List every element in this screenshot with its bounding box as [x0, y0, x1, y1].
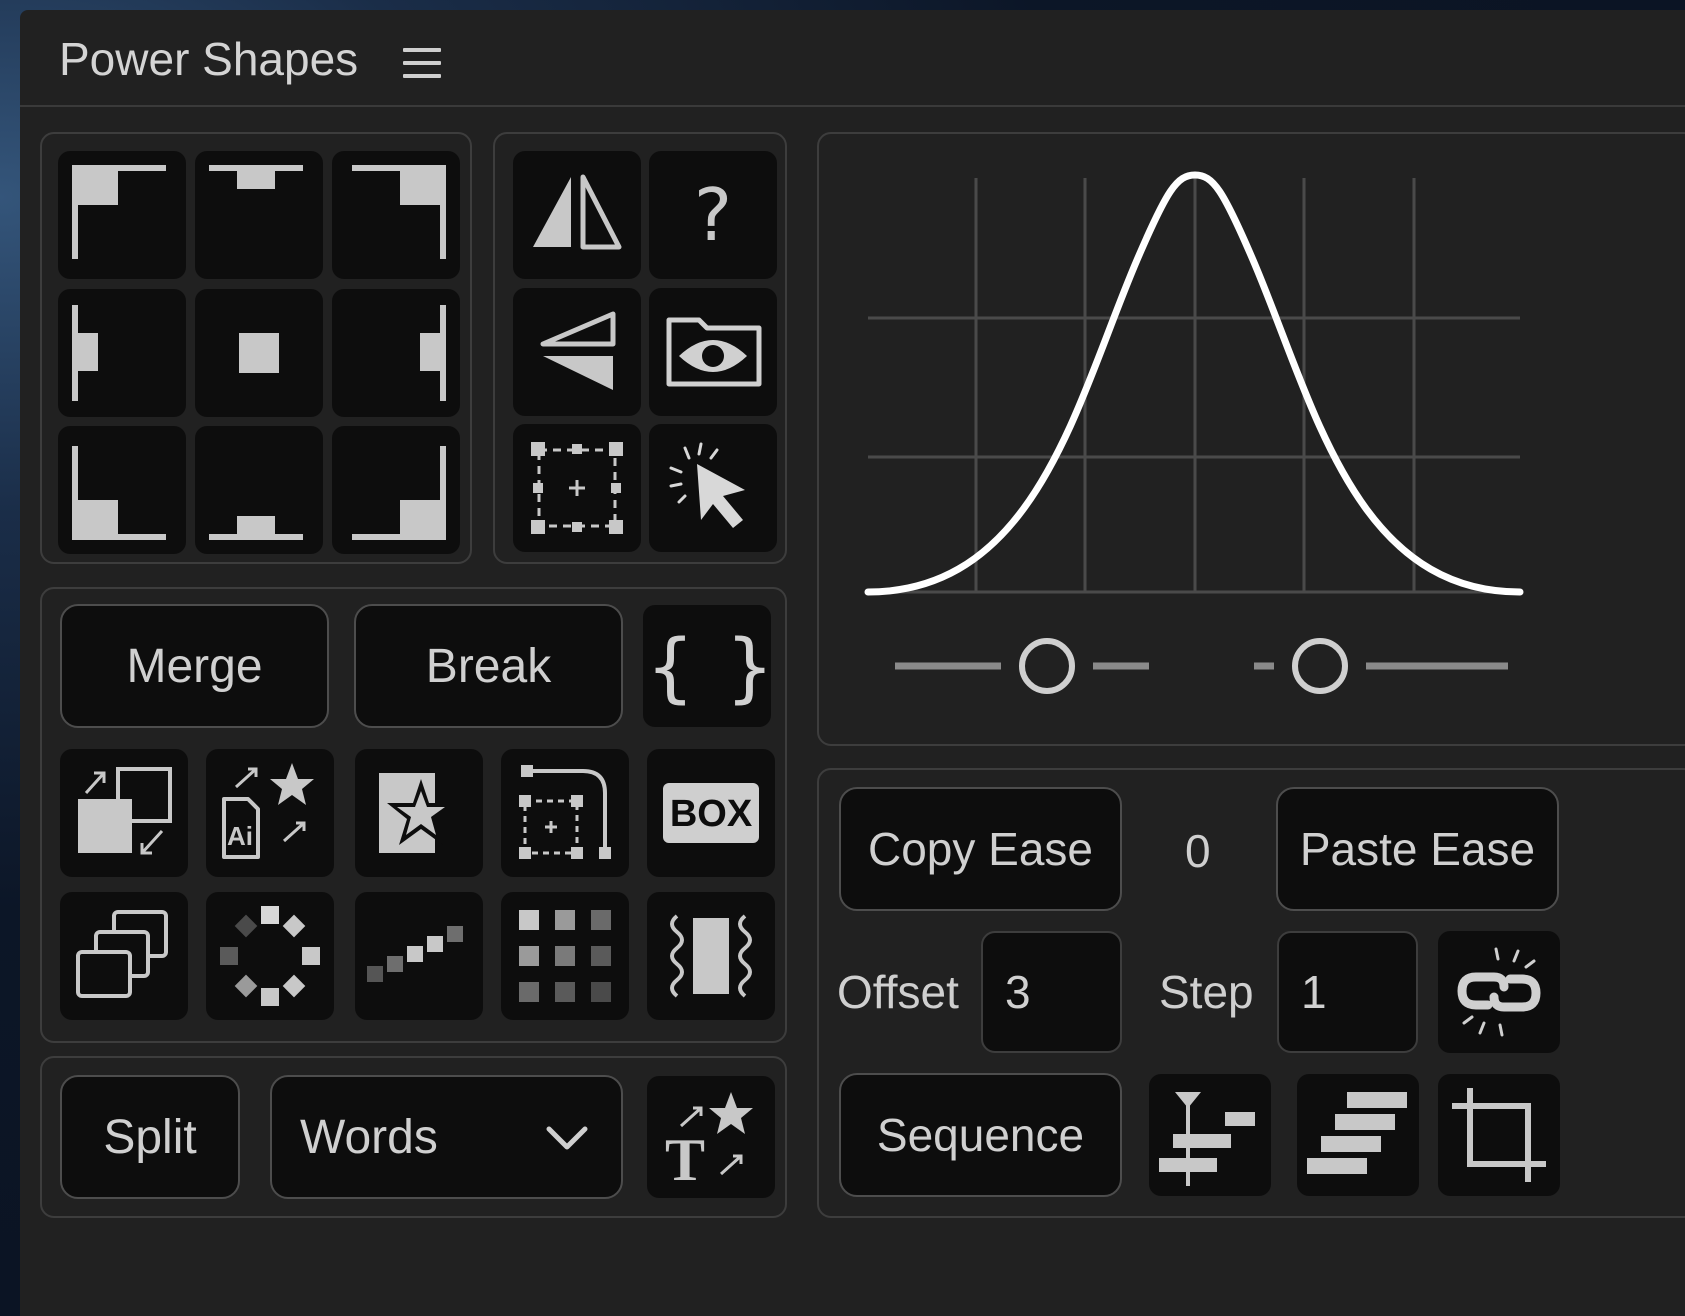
anchor-top-right-icon[interactable]	[332, 151, 460, 279]
power-shapes-panel: Power Shapes ? Merge Break {} Ai BOX Sp…	[20, 10, 1685, 1316]
flip-vertical-icon[interactable]	[513, 288, 641, 416]
ease-curve-graph[interactable]	[847, 170, 1567, 630]
star-card-icon[interactable]	[355, 749, 483, 877]
crop-icon[interactable]	[1438, 1074, 1560, 1196]
expression-braces-icon[interactable]: { }	[643, 605, 773, 727]
circle-array-icon[interactable]	[206, 892, 334, 1020]
step-label: Step	[1159, 966, 1254, 1018]
box-text-icon[interactable]: BOX	[647, 749, 775, 877]
offset-input[interactable]: 3	[981, 931, 1122, 1053]
swap-layers-icon[interactable]	[60, 749, 188, 877]
anchor-middle-left-icon[interactable]	[58, 289, 186, 417]
align-keyframes-icon[interactable]	[1149, 1074, 1271, 1196]
anchor-bottom-center-icon[interactable]	[195, 426, 323, 554]
select-cursor-icon[interactable]	[649, 424, 777, 552]
split-mode-value: Words	[300, 1110, 438, 1164]
ease-slider-left[interactable]	[895, 634, 1155, 698]
stagger-layers-icon[interactable]	[1297, 1074, 1419, 1196]
ease-value: 0	[1185, 825, 1211, 877]
anchor-center-icon[interactable]	[195, 289, 323, 417]
text-star-icon[interactable]: T	[647, 1076, 775, 1198]
svg-text:T: T	[665, 1127, 705, 1193]
paste-ease-button[interactable]: Paste Ease	[1276, 787, 1559, 911]
duplicate-layers-icon[interactable]	[60, 892, 188, 1020]
flip-horizontal-icon[interactable]	[513, 151, 641, 279]
preview-folder-eye-icon[interactable]	[649, 288, 777, 416]
step-input[interactable]: 1	[1277, 931, 1418, 1053]
chevron-down-icon	[546, 1126, 588, 1150]
split-button[interactable]: Split	[60, 1075, 240, 1199]
copy-ease-button[interactable]: Copy Ease	[839, 787, 1122, 911]
stagger-steps-icon[interactable]	[355, 892, 483, 1020]
ease-slider-right[interactable]	[1254, 634, 1514, 698]
sequence-button[interactable]: Sequence	[839, 1073, 1122, 1197]
unlink-chain-icon[interactable]	[1438, 931, 1560, 1053]
panel-title: Power Shapes	[59, 33, 359, 85]
wiggle-edges-icon[interactable]	[647, 892, 775, 1020]
anchor-bottom-left-icon[interactable]	[58, 426, 186, 554]
box-label: BOX	[670, 793, 753, 835]
hamburger-menu-icon[interactable]	[403, 48, 441, 78]
anchor-top-center-icon[interactable]	[195, 151, 323, 279]
split-mode-select[interactable]: Words	[270, 1075, 623, 1199]
break-button[interactable]: Break	[354, 604, 623, 728]
anchor-bottom-right-icon[interactable]	[332, 426, 460, 554]
merge-button[interactable]: Merge	[60, 604, 329, 728]
add-bounding-box-icon[interactable]	[513, 424, 641, 552]
path-bounding-box-icon[interactable]	[501, 749, 629, 877]
grid-array-icon[interactable]	[501, 892, 629, 1020]
panel-header: Power Shapes	[20, 10, 1685, 107]
svg-text:Ai: Ai	[227, 821, 253, 851]
anchor-middle-right-icon[interactable]	[332, 289, 460, 417]
import-ai-shapes-icon[interactable]: Ai	[206, 749, 334, 877]
anchor-top-left-icon[interactable]	[58, 151, 186, 279]
help-icon[interactable]: ?	[649, 151, 777, 279]
offset-label: Offset	[837, 966, 959, 1018]
